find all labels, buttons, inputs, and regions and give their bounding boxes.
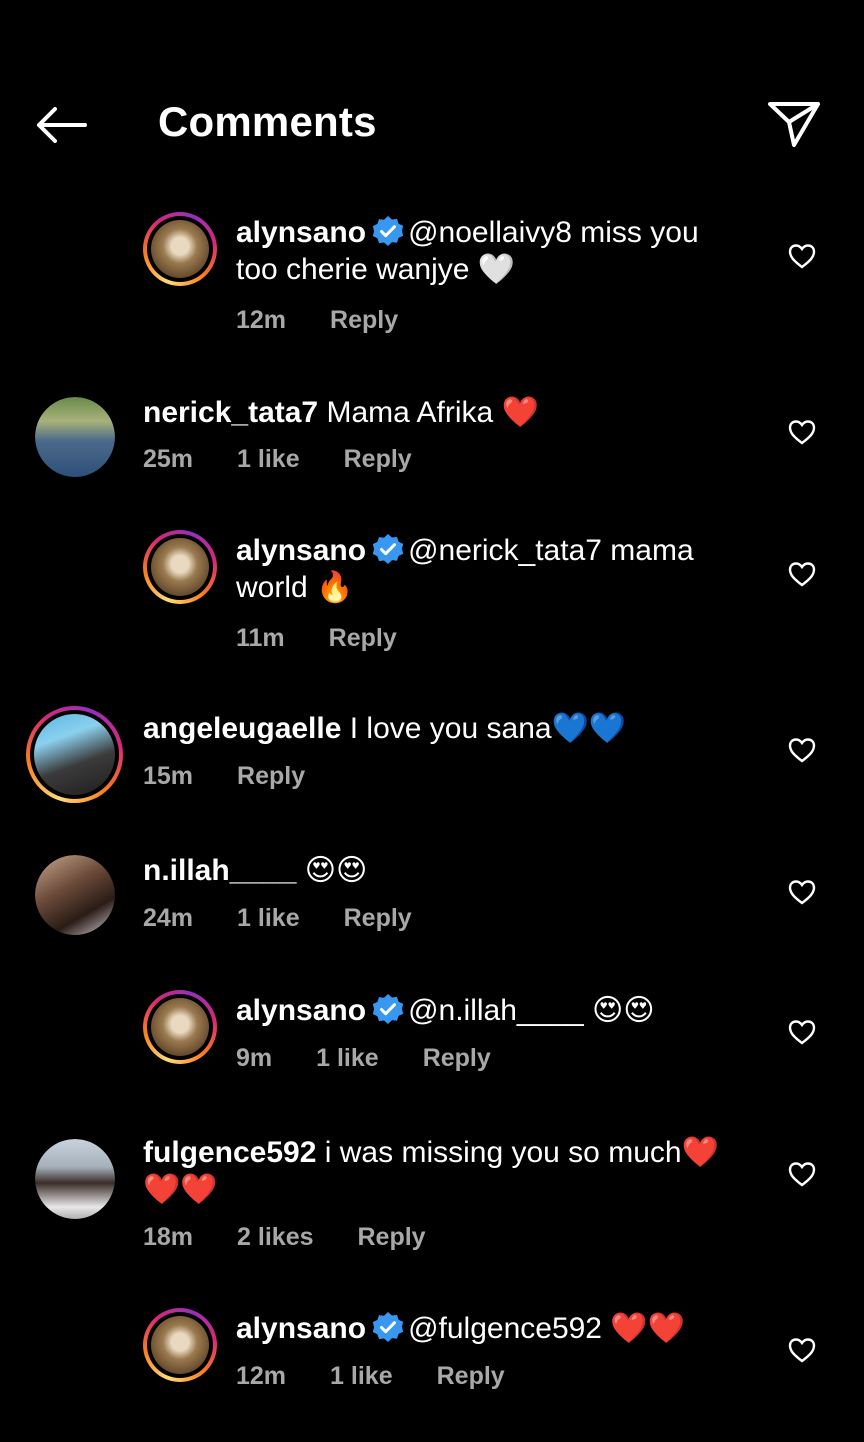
timestamp: 9m: [236, 1044, 273, 1072]
like-button[interactable]: [786, 734, 818, 766]
verified-badge-icon: [372, 216, 404, 246]
comment-body: @nerick_tata7 mama: [408, 534, 694, 567]
like-button[interactable]: [786, 1158, 818, 1190]
comment-text: alynsano @n.illah____ 😍😍: [236, 992, 756, 1029]
like-count[interactable]: 1 like: [330, 1362, 393, 1391]
comment-text: alynsano @nerick_tata7 mama world 🔥: [236, 532, 756, 606]
timestamp: 11m: [236, 624, 285, 652]
like-button[interactable]: [786, 240, 818, 272]
avatar[interactable]: [35, 397, 115, 477]
comment-body: @noellaivy8 miss you: [408, 216, 699, 249]
comment-body: Mama Afrika ❤️: [326, 396, 539, 429]
reply-button[interactable]: Reply: [344, 445, 412, 474]
comment-body-line2: too cherie wanjye 🤍: [236, 253, 516, 286]
comment-body: I love you sana💙💙: [349, 712, 627, 745]
heart-outline-icon: [788, 1338, 816, 1363]
comment-meta: 25m 1 like Reply: [143, 445, 412, 474]
comment-text: alynsano @noellaivy8 miss you too cherie …: [236, 214, 756, 288]
page-title: Comments: [158, 98, 377, 145]
verified-badge-icon: [372, 1312, 404, 1342]
avatar[interactable]: [26, 706, 123, 803]
heart-outline-icon: [788, 562, 816, 587]
comment-body: @fulgence592 ❤️❤️: [408, 1312, 686, 1345]
timestamp: 18m: [143, 1223, 194, 1251]
comment-item: alynsano @n.illah____ 😍😍 9m 1 like Reply: [0, 988, 864, 1098]
heart-outline-icon: [788, 880, 816, 905]
avatar[interactable]: [35, 855, 115, 935]
like-count[interactable]: 1 like: [237, 445, 300, 474]
like-count[interactable]: 1 like: [316, 1044, 379, 1073]
comment-meta: 12m Reply: [236, 306, 398, 335]
comment-item: alynsano @noellaivy8 miss you too cherie …: [0, 210, 864, 350]
comment-item: alynsano @nerick_tata7 mama world 🔥 11m R…: [0, 528, 864, 668]
comment-item: alynsano @fulgence592 ❤️❤️ 12m 1 like Rep…: [0, 1306, 864, 1416]
comment-item: n.illah____ 😍😍 24m 1 like Reply: [0, 852, 864, 962]
send-icon: [768, 102, 820, 147]
timestamp: 24m: [143, 904, 194, 932]
comment-body-line2: world 🔥: [236, 571, 354, 604]
reply-button[interactable]: Reply: [344, 904, 412, 933]
reply-button[interactable]: Reply: [330, 306, 398, 335]
username[interactable]: alynsano: [236, 994, 366, 1027]
like-button[interactable]: [786, 876, 818, 908]
verified-badge-icon: [372, 994, 404, 1024]
comment-body-line2: ❤️❤️: [143, 1173, 218, 1206]
username[interactable]: n.illah____: [143, 854, 296, 887]
like-count[interactable]: 1 like: [237, 904, 300, 933]
back-button[interactable]: [30, 100, 92, 150]
heart-outline-icon: [788, 244, 816, 269]
comment-text: fulgence592 i was missing you so much❤️ …: [143, 1134, 763, 1208]
heart-outline-icon: [788, 1020, 816, 1045]
avatar[interactable]: [143, 530, 217, 604]
username[interactable]: fulgence592: [143, 1136, 316, 1169]
share-button[interactable]: [764, 96, 824, 152]
comment-meta: 15m Reply: [143, 762, 305, 791]
avatar[interactable]: [35, 1139, 115, 1219]
reply-button[interactable]: Reply: [358, 1223, 426, 1252]
username[interactable]: alynsano: [236, 534, 366, 567]
comment-meta: 18m 2 likes Reply: [143, 1223, 426, 1252]
comment-meta: 9m 1 like Reply: [236, 1044, 491, 1073]
reply-button[interactable]: Reply: [423, 1044, 491, 1073]
comment-text: n.illah____ 😍😍: [143, 852, 763, 889]
avatar[interactable]: [143, 212, 217, 286]
timestamp: 12m: [236, 306, 287, 334]
like-button[interactable]: [786, 558, 818, 590]
reply-button[interactable]: Reply: [237, 762, 305, 791]
username[interactable]: alynsano: [236, 216, 366, 249]
like-button[interactable]: [786, 416, 818, 448]
comment-item: nerick_tata7 Mama Afrika ❤️ 25m 1 like R…: [0, 394, 864, 504]
comment-text: nerick_tata7 Mama Afrika ❤️: [143, 394, 763, 431]
comment-text: angeleugaelle I love you sana💙💙: [143, 710, 763, 747]
avatar[interactable]: [143, 1308, 217, 1382]
reply-button[interactable]: Reply: [437, 1362, 505, 1391]
comment-meta: 11m Reply: [236, 624, 397, 653]
reply-button[interactable]: Reply: [329, 624, 397, 653]
comment-body: 😍😍: [304, 854, 368, 887]
comment-item: angeleugaelle I love you sana💙💙 15m Repl…: [0, 706, 864, 816]
timestamp: 25m: [143, 445, 194, 473]
heart-outline-icon: [788, 420, 816, 445]
comment-body: @n.illah____ 😍😍: [408, 994, 655, 1027]
top-bar: Comments: [0, 0, 864, 190]
username[interactable]: alynsano: [236, 1312, 366, 1345]
timestamp: 12m: [236, 1362, 287, 1390]
like-button[interactable]: [786, 1016, 818, 1048]
comment-meta: 12m 1 like Reply: [236, 1362, 505, 1391]
username[interactable]: nerick_tata7: [143, 396, 318, 429]
comment-meta: 24m 1 like Reply: [143, 904, 412, 933]
heart-outline-icon: [788, 1162, 816, 1187]
username[interactable]: angeleugaelle: [143, 712, 341, 745]
arrow-left-icon: [37, 107, 87, 143]
avatar[interactable]: [143, 990, 217, 1064]
timestamp: 15m: [143, 762, 194, 790]
like-button[interactable]: [786, 1334, 818, 1366]
comment-item: fulgence592 i was missing you so much❤️ …: [0, 1134, 864, 1274]
verified-badge-icon: [372, 534, 404, 564]
comment-body: i was missing you so much❤️: [324, 1136, 719, 1169]
heart-outline-icon: [788, 738, 816, 763]
like-count[interactable]: 2 likes: [237, 1223, 313, 1252]
comment-text: alynsano @fulgence592 ❤️❤️: [236, 1310, 756, 1347]
